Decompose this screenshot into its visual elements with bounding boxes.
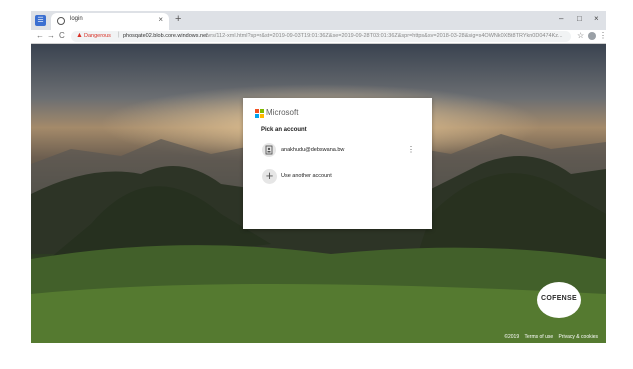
cofense-watermark: COFENSE	[537, 282, 581, 318]
tab-bar: ☰ login × + – □ ×	[31, 11, 606, 30]
favicon-icon	[57, 17, 65, 25]
pick-account-heading: Pick an account	[261, 127, 307, 133]
account-options-icon[interactable]: ⋮	[407, 145, 415, 154]
page-footer: ©2019 Terms of use Privacy & cookies	[500, 334, 598, 340]
bookmark-star-icon[interactable]: ☆	[577, 31, 584, 40]
new-tab-button[interactable]: +	[175, 13, 181, 25]
page-background: Microsoft Pick an account anakhudu@debsw…	[31, 44, 606, 343]
tab-close-icon[interactable]: ×	[158, 15, 163, 24]
app-menu-icon[interactable]: ☰	[35, 15, 46, 26]
browser-toolbar: ← → C ▲ Dangerous | phosqate02.blob.core…	[31, 30, 606, 44]
address-bar[interactable]: ▲ Dangerous | phosqate02.blob.core.windo…	[71, 31, 571, 42]
security-label[interactable]: Dangerous	[84, 33, 111, 39]
warning-icon[interactable]: ▲	[76, 32, 83, 39]
minimize-button[interactable]: –	[559, 14, 563, 23]
account-tile[interactable]: anakhudu@debswana.bw ⋮	[257, 141, 419, 161]
browser-menu-icon[interactable]: ⋮	[599, 31, 606, 40]
use-another-account-button[interactable]: + Use another account	[257, 168, 419, 186]
forward-button[interactable]: →	[47, 31, 55, 40]
url-path: /vrs/112-xml.html?sp=r&st=2019-09-03T19:…	[206, 33, 563, 39]
back-button[interactable]: ←	[36, 31, 44, 40]
maximize-button[interactable]: □	[577, 14, 582, 23]
browser-window: ☰ login × + – □ × ← → C ▲ Dangerous | ph…	[31, 11, 606, 343]
plus-icon: +	[262, 168, 277, 184]
tab-login[interactable]: login ×	[51, 13, 169, 30]
profile-icon[interactable]	[588, 32, 596, 40]
account-email: anakhudu@debswana.bw	[281, 147, 345, 153]
microsoft-logo-icon	[255, 109, 264, 118]
work-account-icon	[262, 143, 276, 157]
reload-button[interactable]: C	[59, 31, 65, 40]
terms-link[interactable]: Terms of use	[525, 334, 554, 340]
login-card: Microsoft Pick an account anakhudu@debsw…	[243, 98, 432, 229]
use-another-account-label: Use another account	[281, 173, 332, 179]
url-separator: |	[118, 32, 120, 38]
tab-title: login	[70, 16, 83, 22]
close-window-button[interactable]: ×	[594, 14, 599, 23]
microsoft-brand: Microsoft	[266, 108, 299, 117]
cofense-label: COFENSE	[541, 295, 577, 302]
copyright-text: ©2019	[504, 334, 520, 340]
privacy-link[interactable]: Privacy & cookies	[559, 334, 598, 340]
url-host: phosqate02.blob.core.windows.net	[123, 33, 208, 39]
